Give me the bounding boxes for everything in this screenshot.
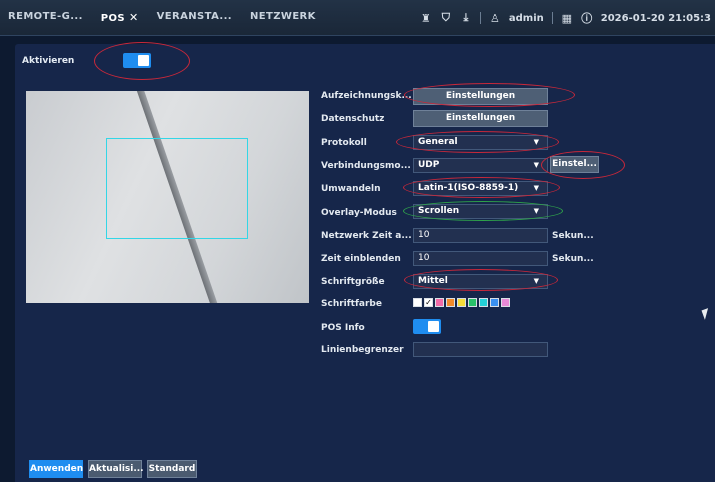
tab-veransta[interactable]: VERANSTA...	[157, 11, 232, 24]
pos-info-label: POS Info	[321, 323, 365, 333]
annotation-ellipse	[403, 201, 563, 221]
tab-bar: REMOTE-G... POS ✕ VERANSTA... NETZWERK	[8, 11, 316, 24]
user-icon[interactable]: ♙	[489, 12, 501, 25]
datenschutz-settings-button[interactable]: Einstellungen	[413, 110, 548, 127]
color-swatch[interactable]	[446, 298, 455, 307]
zeit-einblenden-input[interactable]: 10	[413, 251, 548, 266]
toggle-knob	[428, 321, 439, 332]
verbindung-label: Verbindungsmo...	[321, 161, 411, 171]
annotation-ellipse	[403, 177, 560, 198]
pos-info-toggle[interactable]	[413, 319, 441, 334]
tab-label: REMOTE-G...	[8, 11, 83, 22]
color-swatch[interactable]	[479, 298, 488, 307]
color-swatch[interactable]	[435, 298, 444, 307]
netzwerk-zeit-input[interactable]: 10	[413, 228, 548, 243]
annotation-ellipse	[404, 83, 575, 107]
umwandeln-label: Umwandeln	[321, 184, 381, 194]
alarm-icon[interactable]: ♜	[420, 12, 432, 25]
tab-remote-g[interactable]: REMOTE-G...	[8, 11, 83, 24]
tab-pos[interactable]: POS ✕	[101, 11, 139, 24]
linienbegrenzer-label: Linienbegrenzer	[321, 345, 404, 355]
info-icon[interactable]: ⓘ	[581, 10, 593, 26]
overlay-region-box[interactable]	[106, 138, 248, 239]
netzwerk-zeit-label: Netzwerk Zeit a...	[321, 231, 412, 241]
linienbegrenzer-input[interactable]	[413, 342, 548, 357]
datetime: 2026-01-20 21:05:3	[600, 12, 711, 24]
color-swatch[interactable]	[501, 298, 510, 307]
tab-netzwerk[interactable]: NETZWERK	[250, 11, 316, 24]
color-swatch-selected[interactable]: ✓	[424, 298, 433, 307]
shield-icon[interactable]: ⛉	[440, 11, 452, 25]
divider	[551, 12, 553, 24]
tab-label: POS	[100, 13, 126, 24]
top-bar: REMOTE-G... POS ✕ VERANSTA... NETZWERK ♜ …	[0, 0, 715, 36]
divider	[479, 12, 481, 24]
schriftgroesse-label: Schriftgröße	[321, 277, 385, 287]
dropdown-caret-icon: ▼	[533, 161, 539, 169]
schriftfarbe-label: Schriftfarbe	[321, 299, 382, 309]
annotation-ellipse	[396, 131, 559, 153]
annotation-ellipse	[541, 151, 625, 179]
download-icon[interactable]: ⤓	[460, 11, 472, 25]
netzwerk-zeit-unit: Sekun...	[552, 231, 594, 241]
status-area: ♜ ⛉ ⤓ ♙ admin ▦ ⓘ 2026-01-20 21:05:3	[420, 10, 711, 26]
color-swatch[interactable]	[468, 298, 477, 307]
annotation-ellipse	[94, 42, 190, 80]
username[interactable]: admin	[509, 13, 544, 24]
font-color-swatches: ✓	[413, 298, 510, 307]
color-swatch[interactable]	[413, 298, 422, 307]
aufzeichnung-label: Aufzeichnungsk...	[321, 91, 412, 101]
grid-icon[interactable]: ▦	[561, 12, 573, 25]
protokoll-label: Protokoll	[321, 138, 367, 148]
apply-button[interactable]: Anwenden	[29, 460, 83, 478]
close-icon[interactable]: ✕	[129, 11, 139, 24]
tab-label: VERANSTA...	[156, 11, 233, 22]
annotation-ellipse	[404, 269, 558, 291]
aktivieren-label: Aktivieren	[22, 56, 75, 66]
refresh-button[interactable]: Aktualisi...	[88, 460, 144, 478]
verbindung-select[interactable]: UDP ▼	[413, 158, 548, 173]
camera-preview[interactable]	[26, 91, 309, 303]
tab-label: NETZWERK	[250, 11, 316, 22]
overlay-label: Overlay-Modus	[321, 208, 397, 218]
zeit-einblenden-unit: Sekun...	[552, 254, 594, 264]
select-value: UDP	[418, 160, 440, 170]
color-swatch[interactable]	[457, 298, 466, 307]
datenschutz-label: Datenschutz	[321, 114, 385, 124]
default-button[interactable]: Standard	[147, 460, 197, 478]
color-swatch[interactable]	[490, 298, 499, 307]
zeit-einblenden-label: Zeit einblenden	[321, 254, 401, 264]
